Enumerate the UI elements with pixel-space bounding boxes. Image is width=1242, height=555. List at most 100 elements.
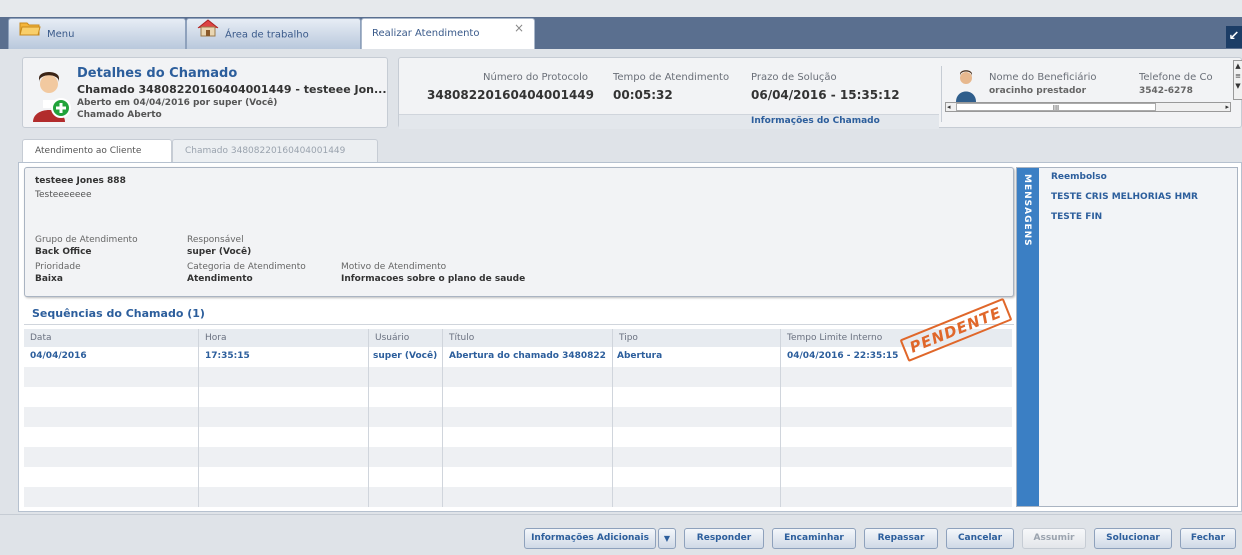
collapse-icon[interactable]: ↙	[1226, 26, 1242, 48]
details-aberto: Aberto em 04/04/2016 por super (Você)	[77, 98, 278, 108]
encaminhar-button[interactable]: Encaminhar	[772, 528, 856, 549]
mensagem-item[interactable]: TESTE FIN	[1051, 212, 1102, 222]
scrollbar-thumb[interactable]: III	[956, 103, 1156, 112]
fechar-button[interactable]: Fechar	[1180, 528, 1236, 549]
empty-cell	[198, 407, 205, 427]
empty-cell	[612, 487, 619, 507]
empty-cell	[368, 487, 375, 507]
beneficiario-value: oracinho prestador	[989, 86, 1087, 96]
atendimento-box: testeee Jones 888 Testeeeeeee Grupo de A…	[24, 167, 1014, 297]
mensagem-item[interactable]: Reembolso	[1051, 172, 1107, 182]
empty-table-row	[24, 487, 1012, 507]
empty-cell	[368, 387, 375, 407]
vertical-scrollbar[interactable]: ▲ ≡ ▼	[1233, 60, 1242, 100]
empty-cell	[442, 407, 449, 427]
grupo-value: Back Office	[35, 247, 92, 257]
prioridade-label: Prioridade	[35, 262, 81, 272]
empty-cell	[442, 447, 449, 467]
categoria-label: Categoria de Atendimento	[187, 262, 306, 272]
tempo-label: Tempo de Atendimento	[613, 72, 730, 83]
protocolo-label: Número do Protocolo	[483, 72, 588, 83]
empty-cell	[198, 447, 205, 467]
empty-cell	[442, 467, 449, 487]
empty-cell	[198, 367, 205, 387]
empty-cell	[780, 367, 787, 387]
empty-cell	[368, 427, 375, 447]
empty-cell	[780, 447, 787, 467]
col-header-usuario[interactable]: Usuário	[368, 329, 442, 347]
cell-data: 04/04/2016	[30, 351, 87, 361]
empty-cell	[612, 467, 619, 487]
house-icon	[197, 19, 219, 50]
tab-area-label: Área de trabalho	[225, 29, 309, 41]
close-tab-icon[interactable]: ×	[514, 13, 524, 43]
empty-cell	[780, 427, 787, 447]
details-chamado: Chamado 34808220160404001449 - testeee J…	[77, 83, 387, 96]
empty-cell	[198, 467, 205, 487]
empty-table-row	[24, 367, 1012, 387]
tab-realizar-label: Realizar Atendimento	[372, 28, 480, 39]
col-header-data[interactable]: Data	[24, 329, 198, 347]
details-title: Detalhes do Chamado	[77, 66, 238, 81]
empty-cell	[198, 487, 205, 507]
empty-cell	[780, 467, 787, 487]
tab-realizar-atendimento[interactable]: Realizar Atendimento ×	[361, 18, 535, 49]
mensagens-bar[interactable]: MENSAGENS	[1017, 168, 1039, 506]
empty-cell	[612, 367, 619, 387]
mensagem-item[interactable]: TESTE CRIS MELHORIAS HMR	[1051, 192, 1198, 202]
col-header-hora[interactable]: Hora	[198, 329, 368, 347]
empty-table-row	[24, 467, 1012, 487]
responder-button[interactable]: Responder	[684, 528, 764, 549]
table-row[interactable]: 04/04/2016 17:35:15 super (Você) Abertur…	[24, 347, 1012, 367]
details-panel: Detalhes do Chamado Chamado 348082201604…	[22, 57, 388, 128]
empty-cell	[368, 407, 375, 427]
cliente-nome: testeee Jones 888	[35, 176, 126, 186]
details-status: Chamado Aberto	[77, 110, 162, 120]
beneficiario-icon	[955, 70, 977, 105]
solucionar-button[interactable]: Solucionar	[1094, 528, 1172, 549]
repassar-button[interactable]: Repassar	[864, 528, 938, 549]
sequencias-title: Sequências do Chamado (1)	[32, 307, 205, 320]
col-header-tipo[interactable]: Tipo	[612, 329, 780, 347]
categoria-value: Atendimento	[187, 274, 253, 284]
dropdown-arrow-icon[interactable]: ▼	[658, 528, 676, 549]
info-adicionais-button[interactable]: Informações Adicionais	[524, 528, 656, 549]
divider	[941, 66, 942, 122]
grupo-label: Grupo de Atendimento	[35, 235, 138, 245]
empty-cell	[442, 427, 449, 447]
motivo-value: Informacoes sobre o plano de saude	[341, 274, 526, 284]
col-header-titulo[interactable]: Título	[442, 329, 612, 347]
cell-titulo: Abertura do chamado 3480822	[442, 347, 612, 367]
agent-add-icon	[29, 70, 73, 127]
empty-cell	[442, 367, 449, 387]
beneficiario-label: Nome do Beneficiário	[989, 72, 1097, 83]
empty-cell	[612, 427, 619, 447]
empty-table-row	[24, 427, 1012, 447]
telefone-value: 3542-6278	[1139, 86, 1193, 96]
motivo-label: Motivo de Atendimento	[341, 262, 447, 272]
empty-cell	[612, 447, 619, 467]
horizontal-scrollbar[interactable]: ◂ III ▸	[945, 102, 1231, 112]
empty-cell	[780, 387, 787, 407]
folder-icon	[19, 19, 41, 49]
empty-cell	[612, 407, 619, 427]
grid-header: Data Hora Usuário Título Tipo Tempo Limi…	[24, 329, 1012, 347]
assumir-button: Assumir	[1022, 528, 1086, 549]
empty-cell	[442, 487, 449, 507]
empty-cell	[612, 387, 619, 407]
cell-usuario: super (Você)	[368, 347, 442, 367]
empty-cell	[780, 487, 787, 507]
empty-cell	[198, 427, 205, 447]
info-chamado-link[interactable]: Informações do Chamado	[751, 116, 880, 126]
telefone-label: Telefone de Co	[1139, 72, 1213, 83]
divider	[24, 324, 1014, 325]
prazo-value: 06/04/2016 - 15:35:12	[751, 88, 900, 102]
empty-cell	[442, 387, 449, 407]
cancelar-button[interactable]: Cancelar	[946, 528, 1014, 549]
tab-area-de-trabalho[interactable]: Área de trabalho	[186, 18, 361, 49]
tab-menu[interactable]: Menu	[8, 18, 186, 49]
tab-atendimento-cliente[interactable]: Atendimento ao Cliente	[22, 139, 172, 162]
tab-chamado[interactable]: Chamado 34808220160404001449	[172, 139, 378, 162]
empty-table-row	[24, 407, 1012, 427]
empty-cell	[368, 367, 375, 387]
